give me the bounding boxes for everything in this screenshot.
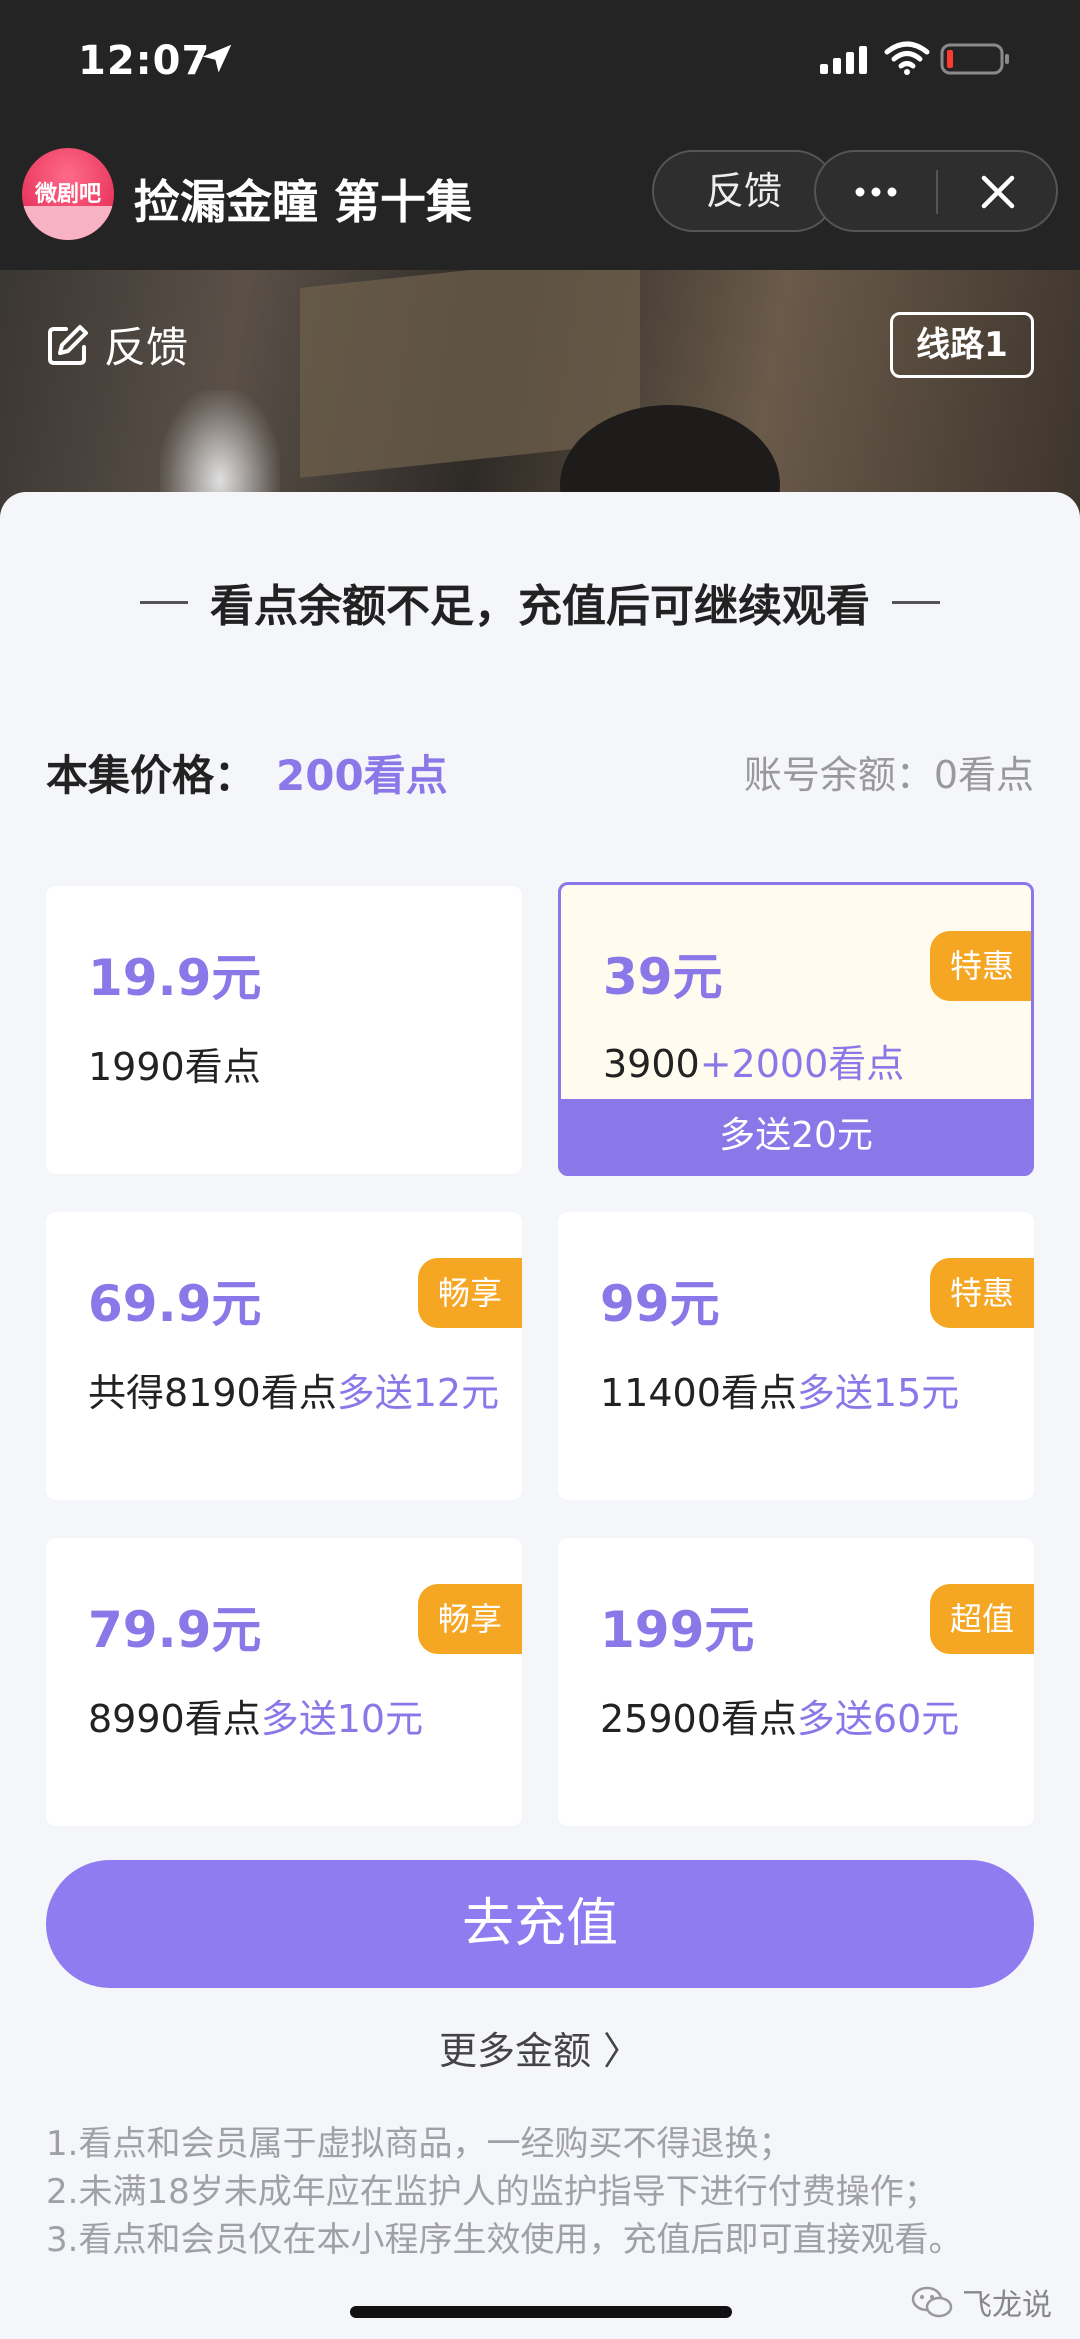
package-amount: 199元 xyxy=(600,1601,755,1659)
title-line-right xyxy=(892,600,940,604)
status-bar: 12:07 xyxy=(0,0,1080,130)
watermark-text: 飞龙说 xyxy=(962,2288,1052,2323)
title-line-left xyxy=(140,600,188,604)
package-card-39[interactable]: 39元 特惠 3900+2000看点 多送20元 xyxy=(558,882,1034,1176)
wifi-icon xyxy=(884,41,930,75)
package-points: 8990看点多送10元 xyxy=(88,1688,423,1743)
note-line: 1.看点和会员属于虚拟商品，一经购买不得退换； xyxy=(46,2124,793,2164)
package-points: 3900+2000看点 xyxy=(603,1033,904,1088)
package-points: 25900看点多送60元 xyxy=(600,1688,959,1743)
package-card-99[interactable]: 99元 特惠 11400看点多送15元 xyxy=(558,1212,1034,1500)
package-tag: 特惠 xyxy=(930,931,1031,1001)
package-points: 1990看点 xyxy=(88,1036,261,1091)
menu-capsule xyxy=(814,150,1058,232)
page-title: 捡漏金瞳 第十集 xyxy=(134,175,473,229)
account-balance: 账号余额：0看点 xyxy=(743,753,1034,797)
feedback-button[interactable]: 反馈 xyxy=(652,150,836,232)
wechat-icon xyxy=(911,2286,953,2318)
package-points-text: 3900 xyxy=(603,1042,700,1086)
note-line: 2.未满18岁未成年应在监护人的监护指导下进行付费操作； xyxy=(46,2172,938,2212)
package-tag: 畅享 xyxy=(418,1258,522,1328)
package-card-79-9[interactable]: 79.9元 畅享 8990看点多送10元 xyxy=(46,1538,522,1826)
episode-price-value: 200看点 xyxy=(276,751,448,800)
video-feedback-label: 反馈 xyxy=(104,323,189,372)
package-points: 11400看点多送15元 xyxy=(600,1362,959,1417)
edit-icon xyxy=(48,324,88,365)
package-tag: 超值 xyxy=(930,1584,1034,1654)
sheet-title: 看点余额不足，充值后可继续观看 xyxy=(210,581,870,632)
package-extra-bar: 多送20元 xyxy=(561,1099,1031,1173)
capsule-divider xyxy=(936,170,938,214)
package-points-text: 11400看点 xyxy=(600,1371,797,1415)
location-arrow-icon xyxy=(202,44,232,73)
route-selector-button[interactable]: 线路1 xyxy=(890,312,1034,378)
package-bonus: 多送60元 xyxy=(796,1697,960,1741)
app-logo-text: 微剧吧 xyxy=(34,182,101,207)
watermark: 飞龙说 xyxy=(910,2280,1052,2324)
package-bonus: 多送10元 xyxy=(260,1697,424,1741)
package-card-199[interactable]: 199元 超值 25900看点多送60元 xyxy=(558,1538,1034,1826)
home-indicator[interactable] xyxy=(350,2306,732,2318)
package-amount: 39元 xyxy=(603,948,723,1006)
video-player[interactable]: 反馈 线路1 xyxy=(0,270,1080,530)
package-tag: 特惠 xyxy=(930,1258,1034,1328)
package-card-19-9[interactable]: 19.9元 1990看点 xyxy=(46,886,522,1174)
battery-low-icon xyxy=(940,43,1009,75)
sheet-title-row: 看点余额不足，充值后可继续观看 xyxy=(0,572,1080,632)
package-points: 共得8190看点多送12元 xyxy=(88,1362,499,1417)
package-points-text: 25900看点 xyxy=(600,1697,797,1741)
recharge-sheet: 看点余额不足，充值后可继续观看 本集价格： 200看点 账号余额：0看点 19.… xyxy=(0,492,1080,2339)
package-amount: 19.9元 xyxy=(88,949,262,1007)
mini-program-nav-bar: 微剧吧 捡漏金瞳 第十集 反馈 xyxy=(0,130,1080,270)
package-bonus: 多送12元 xyxy=(336,1371,500,1415)
package-card-69-9[interactable]: 69.9元 畅享 共得8190看点多送12元 xyxy=(46,1212,522,1500)
logo-band xyxy=(22,206,114,240)
purchase-notes: 1.看点和会员属于虚拟商品，一经购买不得退换； 2.未满18岁未成年应在监护人的… xyxy=(46,2120,962,2264)
more-dots-icon[interactable] xyxy=(846,170,906,214)
episode-price-label: 本集价格： xyxy=(46,751,257,800)
close-icon[interactable] xyxy=(976,170,1020,214)
recharge-button[interactable]: 去充值 xyxy=(46,1860,1034,1988)
package-amount: 99元 xyxy=(600,1275,720,1333)
note-line: 3.看点和会员仅在本小程序生效使用，充值后即可直接观看。 xyxy=(46,2220,963,2260)
status-time: 12:07 xyxy=(78,38,211,84)
package-bonus: 多送15元 xyxy=(796,1371,960,1415)
more-amount-link[interactable]: 更多金额 〉 xyxy=(0,2020,1080,2075)
video-feedback-button[interactable]: 反馈 xyxy=(44,314,188,375)
package-amount: 79.9元 xyxy=(88,1601,262,1659)
package-tag: 畅享 xyxy=(418,1584,522,1654)
package-points-text: 1990看点 xyxy=(88,1045,261,1089)
package-amount: 69.9元 xyxy=(88,1275,262,1333)
package-points-text: 8990看点 xyxy=(88,1697,261,1741)
cellular-signal-icon xyxy=(820,46,867,74)
app-logo: 微剧吧 xyxy=(22,148,114,240)
package-points-text: 共得8190看点 xyxy=(88,1371,337,1415)
package-bonus: +2000看点 xyxy=(699,1042,905,1086)
